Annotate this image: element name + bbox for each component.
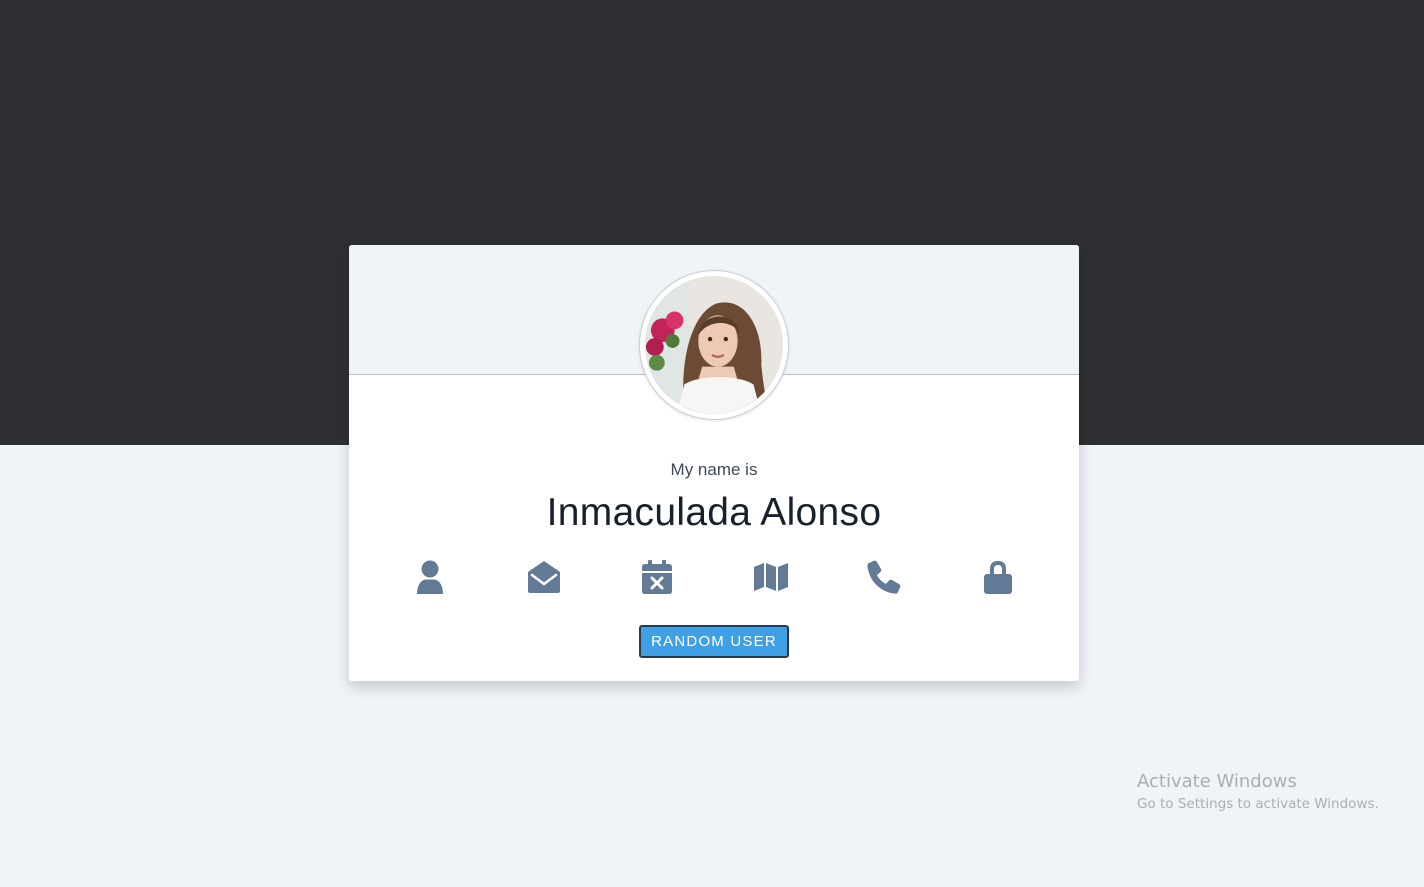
- map-icon[interactable]: [747, 557, 795, 597]
- avatar-photo: [645, 276, 783, 414]
- envelope-open-icon[interactable]: [520, 557, 568, 597]
- avatar-photo-image: [645, 276, 783, 414]
- info-value-label: Inmaculada Alonso: [546, 491, 882, 534]
- random-user-button[interactable]: RANDOM USER: [639, 625, 789, 658]
- watermark-title: Activate Windows: [1137, 771, 1297, 792]
- user-card: My name is Inmaculada Alonso RANDOM USER: [349, 245, 1079, 681]
- activate-windows-watermark: Activate Windows Go to Settings to activ…: [1137, 771, 1379, 812]
- page: My name is Inmaculada Alonso RANDOM USER…: [0, 0, 1424, 887]
- info-title-label: My name is: [670, 460, 758, 479]
- info-icon-row: [373, 557, 1055, 597]
- avatar: [639, 270, 789, 420]
- calendar-x-icon[interactable]: [633, 557, 681, 597]
- lock-icon[interactable]: [974, 557, 1022, 597]
- user-icon[interactable]: [406, 557, 454, 597]
- watermark-subtitle: Go to Settings to activate Windows.: [1137, 796, 1379, 812]
- phone-icon[interactable]: [860, 557, 908, 597]
